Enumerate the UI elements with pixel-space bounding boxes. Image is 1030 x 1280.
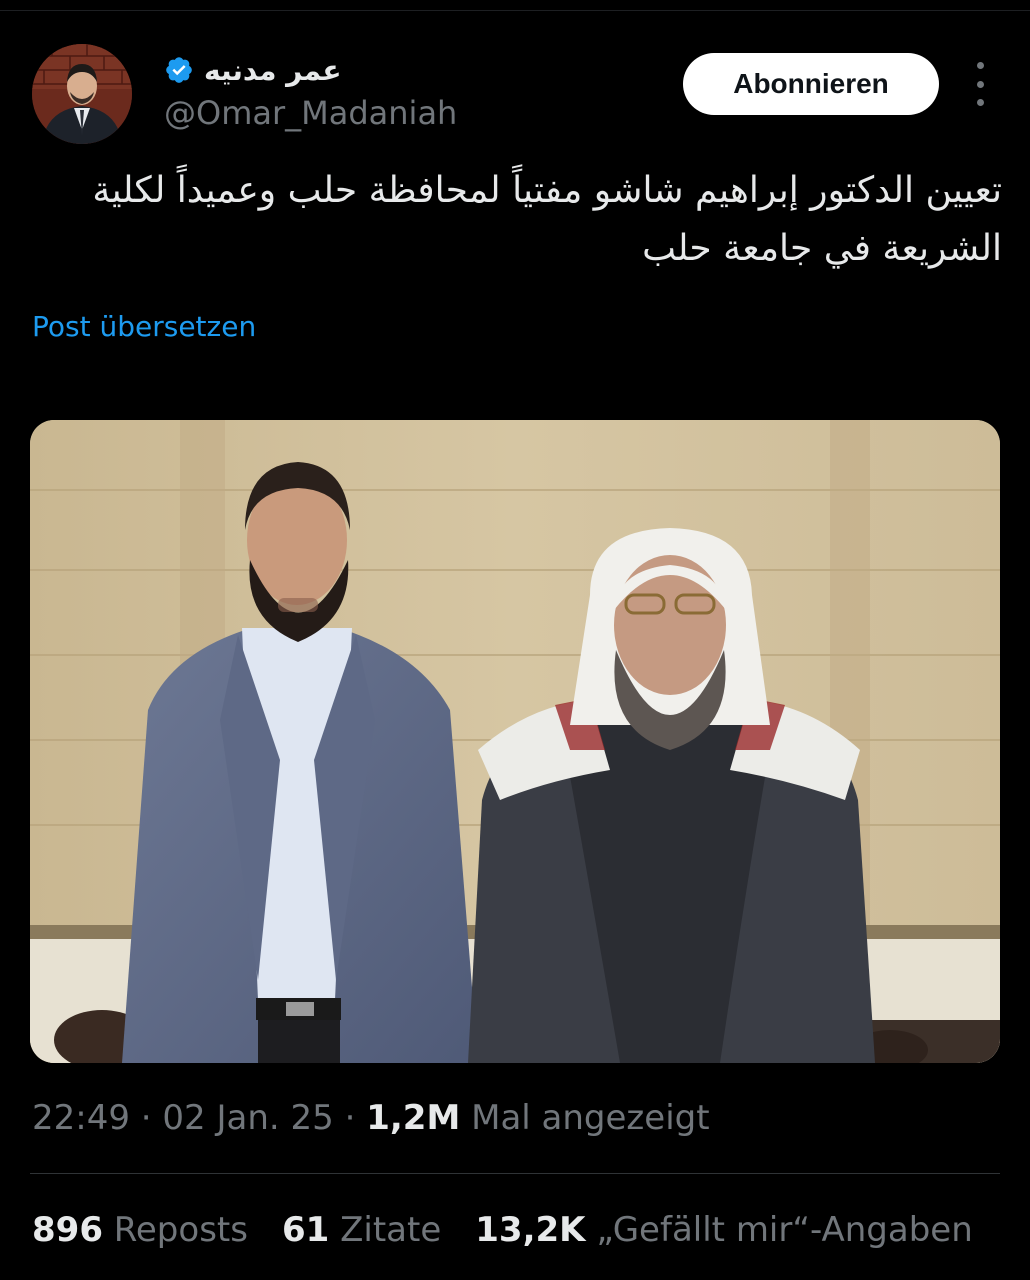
meta-separator: · (344, 1098, 367, 1138)
quotes-count: 61 (281, 1210, 330, 1250)
views-label: Mal angezeigt (471, 1098, 710, 1138)
top-border (0, 0, 1030, 11)
meta-separator: · (140, 1098, 163, 1138)
engagement-stats: 896 Reposts 61 Zitate 13,2K „Gefällt mir… (32, 1210, 973, 1250)
likes-count: 13,2K (475, 1210, 586, 1250)
likes-stat[interactable]: 13,2K „Gefällt mir“-Angaben (475, 1210, 973, 1250)
more-vertical-icon[interactable] (968, 62, 992, 106)
quotes-stat[interactable]: 61 Zitate (282, 1210, 441, 1250)
views-count: 1,2M (366, 1098, 461, 1138)
tweet-time[interactable]: 22:49 (32, 1098, 130, 1138)
avatar[interactable] (32, 44, 132, 144)
divider (30, 1173, 1000, 1174)
translate-post-link[interactable]: Post übersetzen (32, 310, 256, 343)
follow-button[interactable]: Abonnieren (683, 53, 939, 115)
author-handle[interactable]: @Omar_Madaniah (164, 94, 457, 132)
reposts-stat[interactable]: 896 Reposts (32, 1210, 248, 1250)
tweet-meta: 22:49 · 02 Jan. 25 · 1,2M Mal angezeigt (32, 1098, 710, 1138)
tweet-date[interactable]: 02 Jan. 25 (162, 1098, 333, 1138)
tweet-photo[interactable] (30, 420, 1000, 1063)
reposts-label: Reposts (113, 1210, 248, 1250)
display-name[interactable]: عمر مدنيه (204, 54, 342, 87)
verified-badge-icon (164, 55, 194, 85)
likes-label: „Gefällt mir“-Angaben (596, 1210, 973, 1250)
author-name-row[interactable]: عمر مدنيه (164, 50, 342, 90)
quotes-label: Zitate (340, 1210, 442, 1250)
tweet-text: تعيين الدكتور إبراهيم شاشو مفتياً لمحافظ… (92, 170, 1002, 269)
reposts-count: 896 (32, 1210, 103, 1250)
